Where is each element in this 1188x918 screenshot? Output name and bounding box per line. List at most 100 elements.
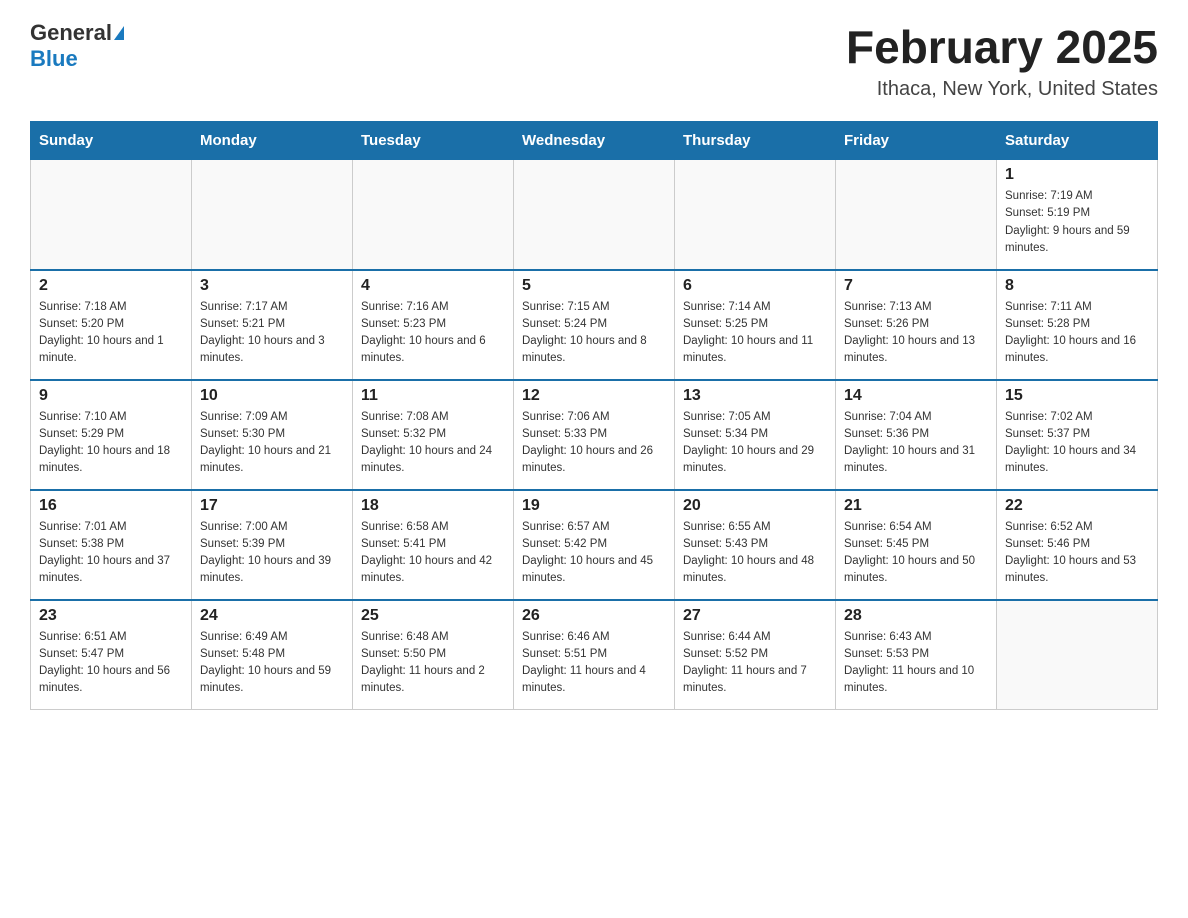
- sunset-text: Sunset: 5:34 PM: [683, 426, 827, 443]
- day-info: Sunrise: 7:09 AMSunset: 5:30 PMDaylight:…: [200, 409, 344, 478]
- day-number: 25: [361, 607, 505, 625]
- header-monday: Monday: [192, 122, 353, 160]
- day-info: Sunrise: 7:06 AMSunset: 5:33 PMDaylight:…: [522, 409, 666, 478]
- logo-triangle-icon: [114, 26, 124, 40]
- sunrise-text: Sunrise: 7:08 AM: [361, 409, 505, 426]
- daylight-text: Daylight: 11 hours and 7 minutes.: [683, 663, 827, 698]
- daylight-text: Daylight: 10 hours and 50 minutes.: [844, 553, 988, 588]
- daylight-text: Daylight: 10 hours and 8 minutes.: [522, 333, 666, 368]
- sunset-text: Sunset: 5:50 PM: [361, 646, 505, 663]
- daylight-text: Daylight: 11 hours and 4 minutes.: [522, 663, 666, 698]
- daylight-text: Daylight: 10 hours and 6 minutes.: [361, 333, 505, 368]
- table-row: [192, 160, 353, 270]
- sunset-text: Sunset: 5:23 PM: [361, 316, 505, 333]
- sunset-text: Sunset: 5:26 PM: [844, 316, 988, 333]
- day-number: 28: [844, 607, 988, 625]
- logo-blue-text: Blue: [30, 46, 78, 72]
- sunset-text: Sunset: 5:46 PM: [1005, 536, 1149, 553]
- daylight-text: Daylight: 10 hours and 48 minutes.: [683, 553, 827, 588]
- daylight-text: Daylight: 11 hours and 2 minutes.: [361, 663, 505, 698]
- table-row: 24Sunrise: 6:49 AMSunset: 5:48 PMDayligh…: [192, 600, 353, 710]
- daylight-text: Daylight: 10 hours and 24 minutes.: [361, 443, 505, 478]
- sunset-text: Sunset: 5:42 PM: [522, 536, 666, 553]
- table-row: 22Sunrise: 6:52 AMSunset: 5:46 PMDayligh…: [997, 490, 1158, 600]
- day-number: 4: [361, 277, 505, 295]
- day-number: 14: [844, 387, 988, 405]
- day-info: Sunrise: 6:58 AMSunset: 5:41 PMDaylight:…: [361, 519, 505, 588]
- table-row: 11Sunrise: 7:08 AMSunset: 5:32 PMDayligh…: [353, 380, 514, 490]
- day-info: Sunrise: 7:08 AMSunset: 5:32 PMDaylight:…: [361, 409, 505, 478]
- day-number: 15: [1005, 387, 1149, 405]
- sunset-text: Sunset: 5:53 PM: [844, 646, 988, 663]
- sunrise-text: Sunrise: 7:04 AM: [844, 409, 988, 426]
- table-row: 4 Sunrise: 7:16 AMSunset: 5:23 PMDaylight…: [353, 270, 514, 380]
- sunset-text: Sunset: 5:41 PM: [361, 536, 505, 553]
- sunrise-text: Sunrise: 7:16 AM: [361, 299, 505, 316]
- header-wednesday: Wednesday: [514, 122, 675, 160]
- table-row: [514, 160, 675, 270]
- daylight-text: Daylight: 10 hours and 34 minutes.: [1005, 443, 1149, 478]
- table-row: [675, 160, 836, 270]
- sunset-text: Sunset: 5:39 PM: [200, 536, 344, 553]
- sunset-text: Sunset: 5:30 PM: [200, 426, 344, 443]
- sunset-text: Sunset: 5:48 PM: [200, 646, 344, 663]
- day-info: Sunrise: 7:01 AMSunset: 5:38 PMDaylight:…: [39, 519, 183, 588]
- sunrise-text: Sunrise: 7:19 AM: [1005, 188, 1149, 205]
- sunset-text: Sunset: 5:32 PM: [361, 426, 505, 443]
- day-info: Sunrise: 7:02 AMSunset: 5:37 PMDaylight:…: [1005, 409, 1149, 478]
- table-row: 25 Sunrise: 6:48 AMSunset: 5:50 PMDayligh…: [353, 600, 514, 710]
- sunrise-text: Sunrise: 7:15 AM: [522, 299, 666, 316]
- daylight-text: Daylight: 10 hours and 31 minutes.: [844, 443, 988, 478]
- day-number: 26: [522, 607, 666, 625]
- logo-general-text: General: [30, 20, 112, 46]
- sunset-text: Sunset: 5:45 PM: [844, 536, 988, 553]
- header-friday: Friday: [836, 122, 997, 160]
- table-row: 9Sunrise: 7:10 AMSunset: 5:29 PMDaylight…: [31, 380, 192, 490]
- day-info: Sunrise: 6:46 AMSunset: 5:51 PMDaylight:…: [522, 629, 666, 698]
- day-number: 16: [39, 497, 183, 515]
- sunset-text: Sunset: 5:36 PM: [844, 426, 988, 443]
- table-row: [353, 160, 514, 270]
- sunrise-text: Sunrise: 7:05 AM: [683, 409, 827, 426]
- sunset-text: Sunset: 5:20 PM: [39, 316, 183, 333]
- day-number: 10: [200, 387, 344, 405]
- table-row: 10 Sunrise: 7:09 AMSunset: 5:30 PMDayligh…: [192, 380, 353, 490]
- title-block: February 2025 Ithaca, New York, United S…: [846, 20, 1158, 101]
- daylight-text: Daylight: 10 hours and 56 minutes.: [39, 663, 183, 698]
- day-info: Sunrise: 7:10 AMSunset: 5:29 PMDaylight:…: [39, 409, 183, 478]
- sunset-text: Sunset: 5:37 PM: [1005, 426, 1149, 443]
- daylight-text: Daylight: 10 hours and 37 minutes.: [39, 553, 183, 588]
- day-number: 8: [1005, 277, 1149, 295]
- sunset-text: Sunset: 5:47 PM: [39, 646, 183, 663]
- sunrise-text: Sunrise: 6:58 AM: [361, 519, 505, 536]
- day-number: 19: [522, 497, 666, 515]
- table-row: 14 Sunrise: 7:04 AMSunset: 5:36 PMDayligh…: [836, 380, 997, 490]
- calendar-week-row: 23Sunrise: 6:51 AMSunset: 5:47 PMDayligh…: [31, 600, 1158, 710]
- daylight-text: Daylight: 10 hours and 11 minutes.: [683, 333, 827, 368]
- daylight-text: Daylight: 10 hours and 13 minutes.: [844, 333, 988, 368]
- table-row: 1Sunrise: 7:19 AMSunset: 5:19 PMDaylight…: [997, 160, 1158, 270]
- sunrise-text: Sunrise: 7:10 AM: [39, 409, 183, 426]
- sunset-text: Sunset: 5:21 PM: [200, 316, 344, 333]
- sunrise-text: Sunrise: 7:01 AM: [39, 519, 183, 536]
- sunset-text: Sunset: 5:28 PM: [1005, 316, 1149, 333]
- day-info: Sunrise: 6:57 AMSunset: 5:42 PMDaylight:…: [522, 519, 666, 588]
- sunrise-text: Sunrise: 6:57 AM: [522, 519, 666, 536]
- sunrise-text: Sunrise: 6:43 AM: [844, 629, 988, 646]
- day-number: 18: [361, 497, 505, 515]
- table-row: 20Sunrise: 6:55 AMSunset: 5:43 PMDayligh…: [675, 490, 836, 600]
- sunrise-text: Sunrise: 6:52 AM: [1005, 519, 1149, 536]
- daylight-text: Daylight: 10 hours and 26 minutes.: [522, 443, 666, 478]
- sunset-text: Sunset: 5:51 PM: [522, 646, 666, 663]
- sunset-text: Sunset: 5:19 PM: [1005, 205, 1149, 222]
- daylight-text: Daylight: 10 hours and 45 minutes.: [522, 553, 666, 588]
- sunrise-text: Sunrise: 6:48 AM: [361, 629, 505, 646]
- sunrise-text: Sunrise: 7:02 AM: [1005, 409, 1149, 426]
- sunrise-text: Sunrise: 7:17 AM: [200, 299, 344, 316]
- daylight-text: Daylight: 11 hours and 10 minutes.: [844, 663, 988, 698]
- day-info: Sunrise: 7:11 AMSunset: 5:28 PMDaylight:…: [1005, 299, 1149, 368]
- table-row: 28 Sunrise: 6:43 AMSunset: 5:53 PMDayligh…: [836, 600, 997, 710]
- calendar-week-row: 1Sunrise: 7:19 AMSunset: 5:19 PMDaylight…: [31, 160, 1158, 270]
- table-row: 13Sunrise: 7:05 AMSunset: 5:34 PMDayligh…: [675, 380, 836, 490]
- header-tuesday: Tuesday: [353, 122, 514, 160]
